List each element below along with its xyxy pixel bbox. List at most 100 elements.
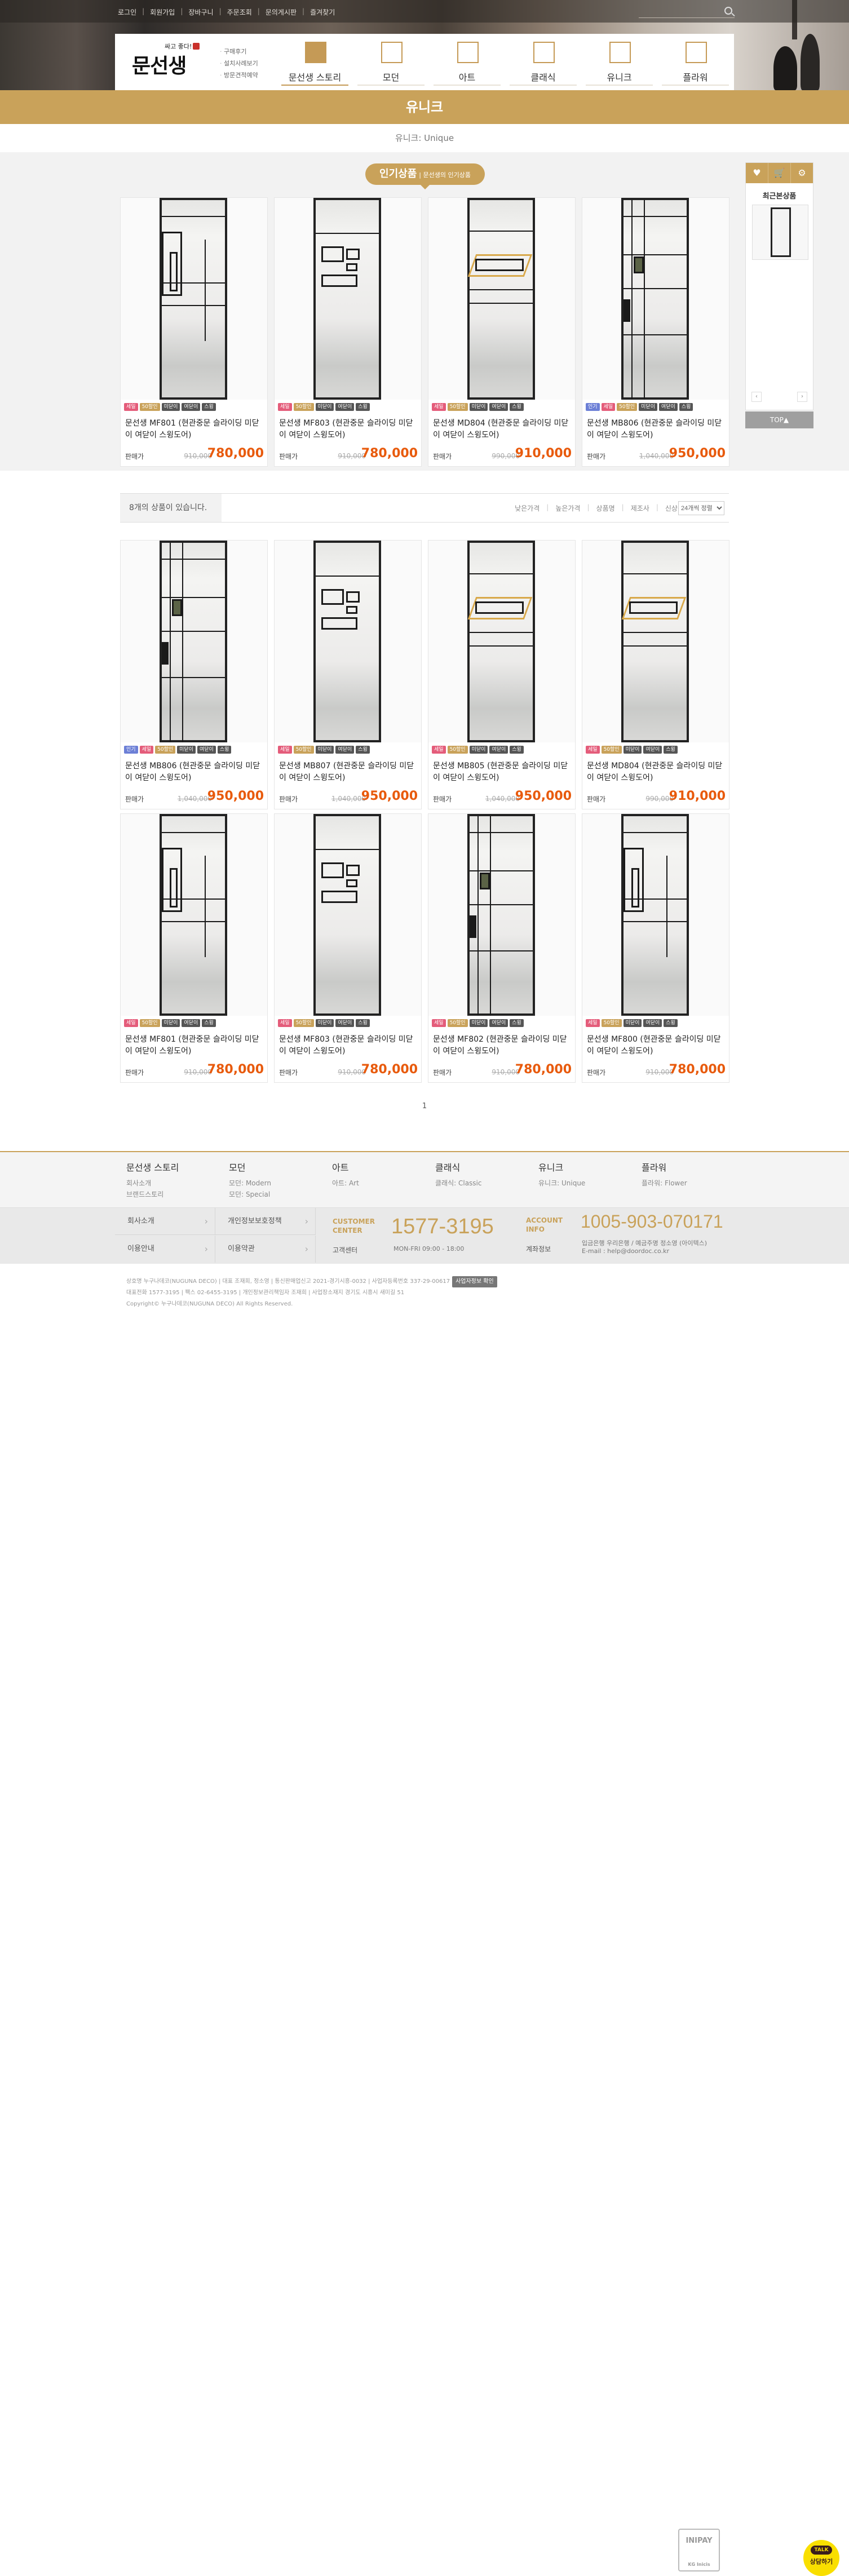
site-logo[interactable]: 싸고 좋다! 문선생	[130, 41, 203, 81]
badge: 50할인	[447, 403, 468, 411]
product-image[interactable]	[275, 198, 421, 400]
footer-company-link[interactable]: 회사소개	[115, 1208, 215, 1235]
kakao-chat-button[interactable]: TALK 상담하기	[803, 2540, 839, 2576]
door-frame-line	[162, 677, 225, 678]
product-name[interactable]: 문선생 MB806 (현관중문 슬라이딩 미닫이 여닫이 스윙도어)	[125, 760, 264, 784]
footer-nav-sub[interactable]: 유니크: Unique	[538, 1177, 640, 1189]
product-name[interactable]: 문선생 MF801 (현관중문 슬라이딩 미닫이 여닫이 스윙도어)	[125, 418, 264, 441]
product-card[interactable]: 세일 50할인 미닫이 여닫이 스윙 문선생 MB807 (현관중문 슬라이딩 미닫이 여…	[274, 540, 422, 809]
product-card[interactable]: 세일 50할인 미닫이 여닫이 스윙 문선생 MF802 (현관중문 슬라이딩 미닫이 여…	[428, 813, 576, 1083]
product-card[interactable]: 세일 50할인 미닫이 여닫이 스윙 문선생 MF801 (현관중문 슬라이딩 미닫이 여…	[120, 197, 268, 467]
footer-nav-sub[interactable]: 플라워: Flower	[642, 1177, 743, 1189]
product-name[interactable]: 문선생 MF800 (현관중문 슬라이딩 미닫이 여닫이 스윙도어)	[587, 1034, 726, 1057]
footer-nav-sub[interactable]: 회사소개	[126, 1177, 228, 1189]
footer-nav-title[interactable]: 유니크	[538, 1160, 640, 1174]
product-image[interactable]	[275, 814, 421, 1016]
product-image[interactable]	[428, 198, 575, 400]
footer-nav-title[interactable]: 아트	[332, 1160, 434, 1174]
heart-icon[interactable]: ♥	[746, 163, 768, 183]
product-card[interactable]: 세일 50할인 미닫이 여닫이 스윙 문선생 MB805 (현관중문 슬라이딩 미닫이 여…	[428, 540, 576, 809]
search-input[interactable]	[639, 6, 718, 17]
menu-item-unique[interactable]: 유니크	[581, 34, 657, 90]
product-image[interactable]	[582, 541, 729, 742]
menu-item-art[interactable]: 아트	[429, 34, 505, 90]
footer-nav-column: 유니크유니크: Unique	[538, 1160, 640, 1189]
product-name[interactable]: 문선생 MD804 (현관중문 슬라이딩 미닫이 여닫이 스윙도어)	[587, 760, 726, 784]
popular-badge: 인기상품 | 문선생의 인기상품	[365, 163, 485, 189]
join-link[interactable]: 회원가입	[150, 7, 175, 17]
install-cases-link[interactable]: 설치사례보기	[220, 57, 258, 69]
product-image[interactable]	[121, 198, 267, 400]
product-name[interactable]: 문선생 MD804 (현관중문 슬라이딩 미닫이 여닫이 스윙도어)	[433, 418, 572, 441]
footer-nav-sub[interactable]: 아트: Art	[332, 1177, 434, 1189]
review-link[interactable]: 구매후기	[220, 46, 258, 57]
order-lookup-link[interactable]: 주문조회	[227, 7, 252, 17]
product-name[interactable]: 문선생 MF803 (현관중문 슬라이딩 미닫이 여닫이 스윙도어)	[279, 1034, 418, 1057]
menu-item-classic[interactable]: 클래식	[505, 34, 581, 90]
sort-name[interactable]: 상품명	[596, 503, 615, 513]
cart-icon[interactable]: 🛒	[768, 163, 791, 183]
door-frame-line	[162, 216, 225, 217]
product-name[interactable]: 문선생 MB807 (현관중문 슬라이딩 미닫이 여닫이 스윙도어)	[279, 760, 418, 784]
chevron-left-icon[interactable]: ‹	[751, 392, 762, 402]
badge: 스윙	[202, 1019, 216, 1027]
top-button[interactable]: TOP▲	[745, 411, 813, 428]
menu-item-modern[interactable]: 모던	[353, 34, 429, 90]
footer-nav-sub[interactable]: 모던: Modern	[229, 1177, 330, 1189]
sort-high-price[interactable]: 높은가격	[555, 503, 580, 513]
bookmark-link[interactable]: 즐겨찾기	[310, 7, 335, 17]
customer-center-sub: 고객센터	[333, 1246, 358, 1254]
product-name[interactable]: 문선생 MF802 (현관중문 슬라이딩 미닫이 여닫이 스윙도어)	[433, 1034, 572, 1057]
product-card[interactable]: 세일 50할인 미닫이 여닫이 스윙 문선생 MF803 (현관중문 슬라이딩 미닫이 여…	[274, 197, 422, 467]
door-frame-line	[321, 617, 357, 630]
footer-terms-link[interactable]: 이용약관	[215, 1236, 316, 1263]
product-image[interactable]	[428, 814, 575, 1016]
category-menu: 문선생 스토리 모던 아트 클래식 유니크 플라워	[277, 34, 733, 90]
footer-privacy-link[interactable]: 개인정보보호정책	[215, 1208, 316, 1235]
inipay-logo[interactable]: INIPAY KG Inicis	[678, 2529, 720, 2571]
search-icon[interactable]	[724, 7, 732, 15]
product-image[interactable]	[582, 198, 729, 400]
product-image[interactable]	[275, 541, 421, 742]
product-image[interactable]	[428, 541, 575, 742]
sort-low-price[interactable]: 낮은가격	[515, 503, 540, 513]
cart-link[interactable]: 장바구니	[188, 7, 213, 17]
footer-nav-title[interactable]: 모던	[229, 1160, 330, 1174]
menu-item-flower[interactable]: 플라워	[657, 34, 733, 90]
gear-icon[interactable]: ⚙	[791, 163, 813, 183]
recent-product-thumb[interactable]	[752, 205, 808, 260]
product-name[interactable]: 문선생 MB805 (현관중문 슬라이딩 미닫이 여닫이 스윙도어)	[433, 760, 572, 784]
product-card[interactable]: 인기 세일 50할인 미닫이 여닫이 스윙 문선생 MB806 (현관중문 슬라이딩 미닫이…	[120, 540, 268, 809]
product-name[interactable]: 문선생 MF801 (현관중문 슬라이딩 미닫이 여닫이 스윙도어)	[125, 1034, 264, 1057]
footer-nav-sub[interactable]: 브랜드스토리	[126, 1188, 228, 1201]
login-link[interactable]: 로그인	[118, 7, 136, 17]
product-card[interactable]: 세일 50할인 미닫이 여닫이 스윙 문선생 MF801 (현관중문 슬라이딩 미닫이 여…	[120, 813, 268, 1083]
product-card[interactable]: 인기 세일 50할인 미닫이 여닫이 스윙 문선생 MB806 (현관중문 슬라이딩 미닫이…	[582, 197, 729, 467]
product-name[interactable]: 문선생 MF803 (현관중문 슬라이딩 미닫이 여닫이 스윙도어)	[279, 418, 418, 441]
inquiry-board-link[interactable]: 문의게시판	[266, 7, 297, 17]
menu-item-story[interactable]: 문선생 스토리	[277, 34, 353, 90]
footer-nav-title[interactable]: 플라워	[642, 1160, 743, 1174]
footer-nav-title[interactable]: 클래식	[435, 1160, 537, 1174]
door-frame-line	[170, 252, 178, 291]
product-name[interactable]: 문선생 MB806 (현관중문 슬라이딩 미닫이 여닫이 스윙도어)	[587, 418, 726, 441]
product-card[interactable]: 세일 50할인 미닫이 여닫이 스윙 문선생 MF800 (현관중문 슬라이딩 미닫이 여…	[582, 813, 729, 1083]
footer-nav-sub[interactable]: 클래식: Classic	[435, 1177, 537, 1189]
product-image[interactable]	[582, 814, 729, 1016]
product-card[interactable]: 세일 50할인 미닫이 여닫이 스윙 문선생 MD804 (현관중문 슬라이딩 미닫이 여…	[428, 197, 576, 467]
menu-label: 모던	[382, 72, 400, 83]
chevron-right-icon[interactable]: ›	[797, 392, 807, 402]
biz-check-button[interactable]: 사업자정보 확인	[452, 1276, 497, 1287]
door-frame-line	[629, 601, 678, 614]
visit-estimate-link[interactable]: 방문견적예약	[220, 69, 258, 81]
footer-nav-title[interactable]: 문선생 스토리	[126, 1160, 228, 1174]
product-image[interactable]	[121, 541, 267, 742]
footer-guide-link[interactable]: 이용안내	[115, 1236, 215, 1263]
footer-nav-sub[interactable]: 모던: Special	[229, 1188, 330, 1201]
per-page-select[interactable]: 24개씩 정렬	[678, 501, 724, 515]
product-card[interactable]: 세일 50할인 미닫이 여닫이 스윙 문선생 MD804 (현관중문 슬라이딩 미닫이 여…	[582, 540, 729, 809]
product-image[interactable]	[121, 814, 267, 1016]
page-1[interactable]: 1	[422, 1102, 427, 1110]
sort-maker[interactable]: 제조사	[631, 503, 649, 513]
product-card[interactable]: 세일 50할인 미닫이 여닫이 스윙 문선생 MF803 (현관중문 슬라이딩 미닫이 여…	[274, 813, 422, 1083]
